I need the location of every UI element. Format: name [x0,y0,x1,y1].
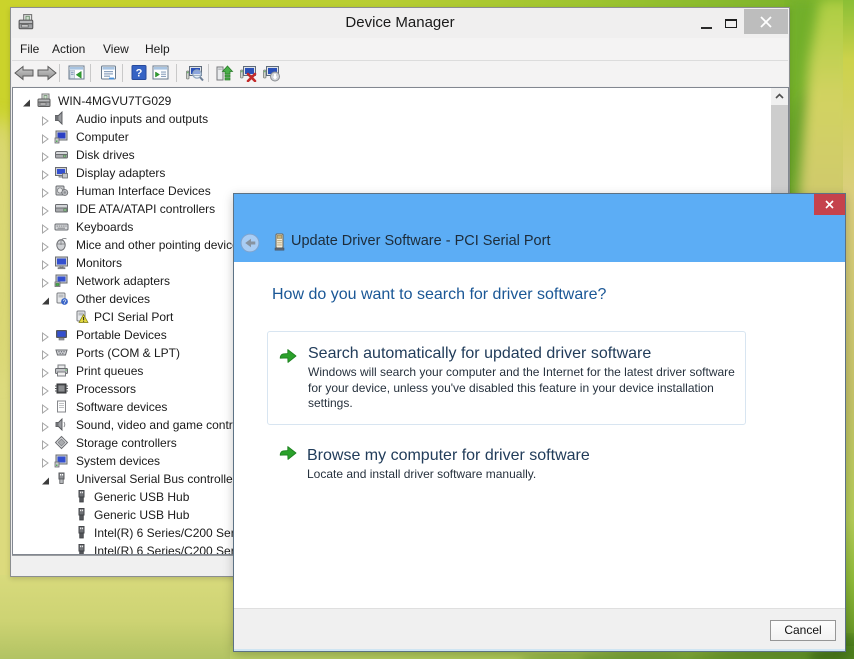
svg-text:?: ? [63,299,67,306]
svg-text:?: ? [136,68,143,80]
